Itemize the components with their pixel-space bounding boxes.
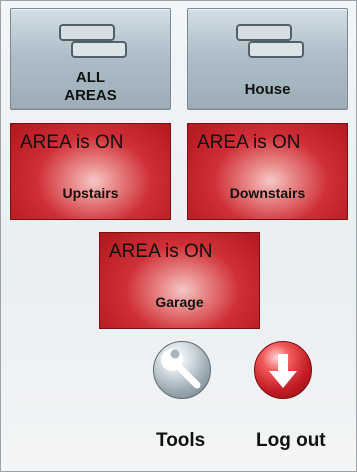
layers-icon xyxy=(58,24,127,58)
zone-status: AREA is ON xyxy=(109,241,213,262)
house-button[interactable]: House xyxy=(187,8,348,110)
zone-status: AREA is ON xyxy=(197,132,301,153)
zone-name: Downstairs xyxy=(229,185,306,201)
zone-name: Garage xyxy=(155,294,204,310)
zone-name: Upstairs xyxy=(62,185,119,201)
tools-button[interactable] xyxy=(153,341,211,399)
all-areas-label: ALL AREAS xyxy=(64,69,117,104)
zone-downstairs[interactable]: AREA is ON Downstairs xyxy=(187,123,348,220)
logout-label: Log out xyxy=(256,430,326,451)
app-screen: ALL AREAS House AREA is ON Upstairs AREA… xyxy=(0,0,357,472)
logout-button[interactable] xyxy=(254,341,312,399)
tools-label: Tools xyxy=(156,430,206,451)
zone-garage[interactable]: AREA is ON Garage xyxy=(99,232,260,329)
zone-upstairs[interactable]: AREA is ON Upstairs xyxy=(10,123,171,220)
wrench-icon xyxy=(161,349,201,389)
house-label: House xyxy=(244,81,291,98)
down-arrow-icon xyxy=(269,354,297,388)
all-areas-button[interactable]: ALL AREAS xyxy=(10,8,171,110)
layers-icon xyxy=(235,24,304,58)
zone-status: AREA is ON xyxy=(20,132,124,153)
